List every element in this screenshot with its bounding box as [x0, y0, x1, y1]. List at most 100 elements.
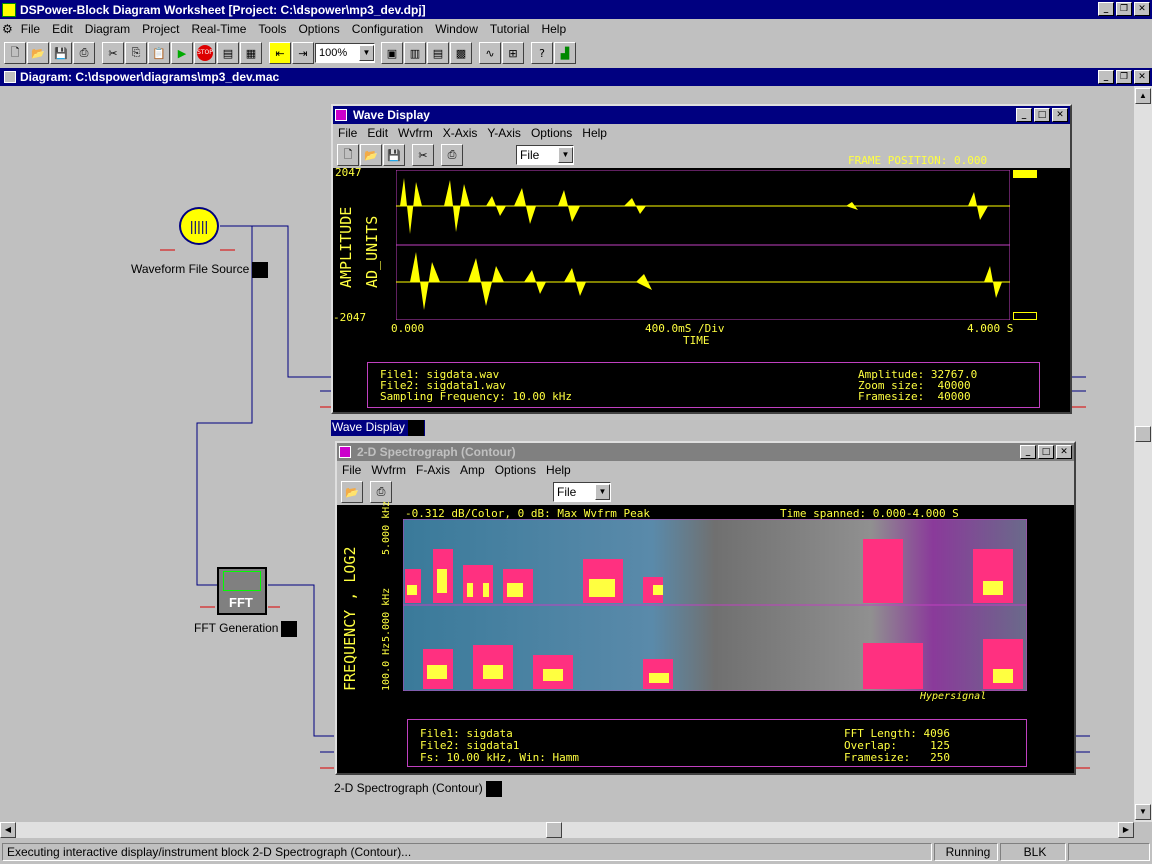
- spec-tick-bot1: 5.000 kHz: [381, 587, 392, 642]
- spec-minimize-button[interactable]: _: [1020, 445, 1036, 459]
- spec-info-frame: Framesize: 250: [844, 751, 950, 764]
- spectrogram-plot: [403, 519, 1027, 691]
- waveform-icon: |||||: [189, 218, 209, 234]
- frame-position: FRAME POSITION: 0.000: [848, 154, 988, 167]
- vertical-scrollbar[interactable]: ▲ ▼: [1134, 86, 1152, 822]
- fft-block-graph: [223, 571, 261, 591]
- spec-menu-wvfrm[interactable]: Wvfrm: [366, 463, 411, 477]
- spec-menu-amp[interactable]: Amp: [455, 463, 490, 477]
- wave-display-label[interactable]: Wave Display: [331, 420, 425, 436]
- wave-display-label-text: Wave Display: [332, 420, 405, 435]
- print-icon[interactable]: ⎙: [370, 481, 392, 503]
- frame-indicator-bottom: [1013, 312, 1037, 320]
- scroll-down-icon[interactable]: ▼: [1135, 804, 1151, 820]
- spec-close-button[interactable]: ✕: [1056, 445, 1072, 459]
- wave-menubar: File Edit Wvfrm X-Axis Y-Axis Options He…: [333, 124, 1070, 142]
- spec-menu-options[interactable]: Options: [490, 463, 541, 477]
- spec-info-file1: File1: sigdata: [420, 727, 513, 740]
- spec-window-title: 2-D Spectrograph (Contour): [357, 445, 516, 459]
- spec-menu-file[interactable]: File: [337, 463, 366, 477]
- open-icon[interactable]: 📂: [360, 144, 382, 166]
- spec-info-file2: File2: sigdata1: [420, 739, 520, 752]
- y-axis-label-2: AD_UNITS: [363, 215, 381, 288]
- print-icon[interactable]: ⎙: [441, 144, 463, 166]
- wave-menu-options[interactable]: Options: [526, 126, 577, 140]
- spec-info-fs: Fs: 10.00 kHz, Win: Hamm: [420, 751, 579, 764]
- status-message: Executing interactive display/instrument…: [2, 843, 932, 861]
- y-axis-label-1: AMPLITUDE: [337, 206, 355, 288]
- scroll-up-icon[interactable]: ▲: [1135, 88, 1151, 104]
- spec-menu-help[interactable]: Help: [541, 463, 576, 477]
- wave-info-frame: Framesize: 40000: [858, 390, 971, 403]
- y-min-label: -2047: [333, 311, 367, 324]
- spectrograph-label[interactable]: 2-D Spectrograph (Contour): [334, 781, 502, 797]
- spec-menu-faxis[interactable]: F-Axis: [411, 463, 455, 477]
- fft-block[interactable]: FFT: [217, 567, 267, 615]
- new-icon[interactable]: 🗋: [337, 144, 359, 166]
- waveform-source-label[interactable]: Waveform File Source: [131, 262, 269, 278]
- wave-icon: [252, 262, 269, 278]
- wave-icon: [485, 781, 502, 797]
- scroll-thumb-horizontal[interactable]: [546, 822, 562, 838]
- wave-close-button[interactable]: ✕: [1052, 108, 1068, 122]
- wave-menu-help[interactable]: Help: [577, 126, 612, 140]
- x-start-label: 0.000: [391, 322, 425, 335]
- fft-label[interactable]: FFT Generation: [194, 621, 298, 637]
- chevron-down-icon[interactable]: ▼: [595, 484, 610, 500]
- wave-menu-wvfrm[interactable]: Wvfrm: [393, 126, 438, 140]
- spec-menubar: File Wvfrm F-Axis Amp Options Help: [337, 461, 1074, 479]
- spec-select-value: File: [557, 485, 577, 499]
- spec-watermark: Hypersignal: [920, 691, 987, 702]
- wave-menu-edit[interactable]: Edit: [362, 126, 393, 140]
- wave-icon: [281, 621, 298, 637]
- status-mode: BLK: [1000, 843, 1066, 861]
- wave-menu-yaxis[interactable]: Y-Axis: [482, 126, 526, 140]
- spec-tick-top1: 5.000 kHz: [381, 500, 392, 555]
- scroll-right-icon[interactable]: ▶: [1118, 822, 1134, 838]
- open-icon[interactable]: 📂: [341, 481, 363, 503]
- wave-window-titlebar: Wave Display _ □ ✕: [333, 106, 1070, 124]
- spectrograph-label-text: 2-D Spectrograph (Contour): [334, 781, 483, 796]
- spec-info-box: File1: sigdata File2: sigdata1 Fs: 10.00…: [407, 719, 1027, 767]
- chevron-down-icon[interactable]: ▼: [558, 147, 573, 163]
- spec-toolbar: 📂 ⎙ File ▼: [337, 479, 1074, 505]
- spec-window-titlebar: 2-D Spectrograph (Contour) _ □ ✕: [337, 443, 1074, 461]
- horizontal-scrollbar[interactable]: ◀ ▶: [0, 822, 1134, 838]
- spec-info-overlap: Overlap: 125: [844, 739, 950, 752]
- spec-info-fftlen: FFT Length: 4096: [844, 727, 950, 740]
- frame-indicator: [1013, 170, 1037, 178]
- waveform-source-block[interactable]: |||||: [179, 207, 219, 245]
- save-icon[interactable]: 💾: [383, 144, 405, 166]
- waveform-plot: [396, 170, 1010, 320]
- y-max-label: 2047: [335, 166, 362, 179]
- fft-block-text: FFT: [229, 595, 253, 610]
- spec-maximize-button[interactable]: □: [1038, 445, 1054, 459]
- status-bar: Executing interactive display/instrument…: [0, 840, 1152, 864]
- status-state: Running: [934, 843, 998, 861]
- wave-icon: [407, 420, 424, 436]
- x-end-label: 4.000 S: [967, 322, 1014, 335]
- window-icon: [335, 109, 347, 121]
- scroll-left-icon[interactable]: ◀: [0, 822, 16, 838]
- waveform-source-text: Waveform File Source: [131, 262, 250, 277]
- x-axis-label: TIME: [683, 334, 710, 347]
- status-empty: [1068, 843, 1150, 861]
- wave-scope[interactable]: FRAME POSITION: 0.000 2047 -2047 AMPLITU…: [333, 154, 1070, 412]
- spec-file-select[interactable]: File ▼: [553, 482, 611, 502]
- cut-icon[interactable]: ✂: [412, 144, 434, 166]
- wave-minimize-button[interactable]: _: [1016, 108, 1032, 122]
- fft-label-text: FFT Generation: [194, 621, 279, 636]
- wave-maximize-button[interactable]: □: [1034, 108, 1050, 122]
- wave-info-box: File1: sigdata.wav File2: sigdata1.wav S…: [367, 362, 1040, 408]
- spec-tick-bot2: 100.0 Hz: [381, 642, 392, 691]
- wave-info-fs: Sampling Frequency: 10.00 kHz: [380, 390, 573, 403]
- window-icon: [339, 446, 351, 458]
- spectrograph-scope[interactable]: -0.312 dB/Color, 0 dB: Max Wvfrm Peak Ti…: [337, 501, 1074, 773]
- wave-file-select[interactable]: File ▼: [516, 145, 574, 165]
- wave-menu-xaxis[interactable]: X-Axis: [438, 126, 483, 140]
- wave-select-value: File: [520, 148, 540, 162]
- wave-menu-file[interactable]: File: [333, 126, 362, 140]
- spec-y-axis-label: FREQUENCY , LOG2: [341, 546, 359, 692]
- scroll-thumb-vertical[interactable]: [1135, 426, 1151, 442]
- wave-window-title: Wave Display: [353, 108, 430, 122]
